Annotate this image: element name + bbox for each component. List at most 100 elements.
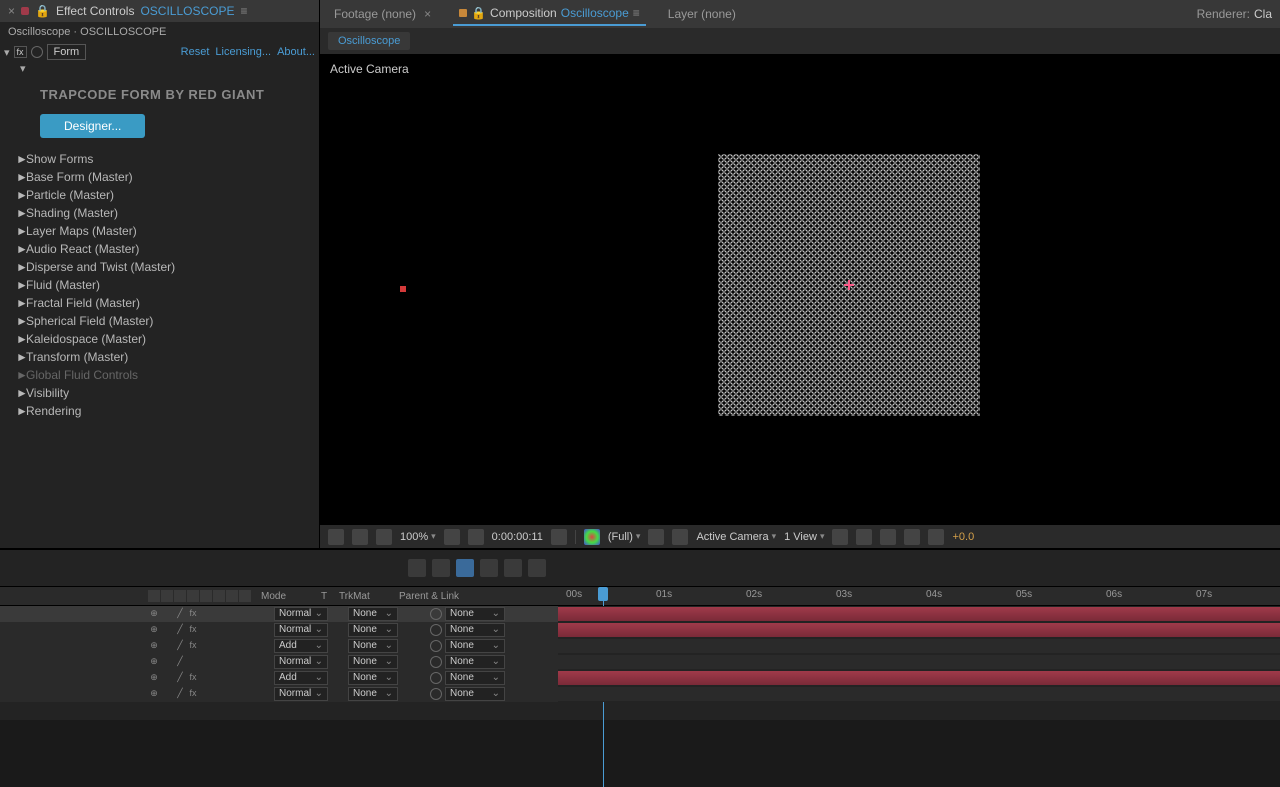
parent-dropdown[interactable]: None (445, 687, 505, 701)
property-row[interactable]: ►Show Forms (16, 150, 303, 168)
graph-editor-icon[interactable] (504, 559, 522, 577)
parent-pick-icon[interactable]: ⊕ (148, 672, 160, 684)
fx-switch[interactable] (187, 656, 199, 668)
close-icon[interactable]: × (8, 4, 15, 18)
pixel-aspect-icon[interactable] (856, 529, 872, 545)
effect-eye-icon[interactable] (31, 46, 43, 58)
twirl-icon[interactable]: ▾ (4, 46, 10, 59)
property-row[interactable]: ►Fluid (Master) (16, 276, 303, 294)
parent-dropdown[interactable]: None (445, 671, 505, 685)
panel-menu-icon[interactable]: ≡ (240, 4, 247, 18)
mode-dropdown[interactable]: Normal (274, 655, 328, 669)
3d-ground-icon[interactable] (904, 529, 920, 545)
grid-guides-icon[interactable] (468, 529, 484, 545)
tab-composition[interactable]: 🔒 Composition Oscilloscope ≡ (453, 2, 646, 26)
layer-row[interactable]: ⊕╱fxNormalNoneNone (0, 686, 1280, 702)
mode-dropdown[interactable]: Normal (274, 687, 328, 701)
property-row[interactable]: ►Particle (Master) (16, 186, 303, 204)
property-row[interactable]: ►Visibility (16, 384, 303, 402)
about-link[interactable]: About... (277, 46, 315, 58)
shy-icon[interactable] (432, 559, 450, 577)
zoom-dropdown[interactable]: 100% (400, 531, 436, 543)
property-row[interactable]: ►Transform (Master) (16, 348, 303, 366)
trkmat-dropdown[interactable]: None (348, 655, 398, 669)
mode-dropdown[interactable]: Add (274, 671, 328, 685)
fast-draft-icon[interactable] (880, 529, 896, 545)
trkmat-dropdown[interactable]: None (348, 687, 398, 701)
time-ruler[interactable]: 00s01s02s03s04s05s06s07s (558, 587, 1280, 605)
pickwhip-icon[interactable] (430, 688, 442, 700)
roi-icon[interactable] (444, 529, 460, 545)
timecode-display[interactable]: 0:00:00:11 (492, 531, 543, 543)
layer-duration-bar[interactable] (558, 607, 1280, 621)
draft-3d-icon[interactable] (528, 559, 546, 577)
property-row[interactable]: ►Audio React (Master) (16, 240, 303, 258)
solo-icon[interactable]: ╱ (174, 640, 186, 652)
lock-icon[interactable]: 🔒 (471, 6, 486, 20)
property-row[interactable]: ►Spherical Field (Master) (16, 312, 303, 330)
renderer-value[interactable]: Cla (1254, 7, 1272, 21)
views-dropdown[interactable]: 1 View (784, 531, 824, 543)
transparency-grid-icon[interactable] (352, 529, 368, 545)
lock-icon[interactable]: 🔒 (35, 4, 50, 18)
fast-previews-icon[interactable] (648, 529, 664, 545)
frame-blend-icon[interactable] (456, 559, 474, 577)
parent-dropdown[interactable]: None (445, 623, 505, 637)
designer-button[interactable]: Designer... (40, 114, 145, 138)
parent-dropdown[interactable]: None (445, 607, 505, 621)
licensing-link[interactable]: Licensing... (215, 46, 271, 58)
solo-icon[interactable]: ╱ (174, 656, 186, 668)
fx-switch[interactable]: fx (187, 640, 199, 652)
layer-duration-bar[interactable] (558, 623, 1280, 637)
parent-pick-icon[interactable]: ⊕ (148, 608, 160, 620)
parent-dropdown[interactable]: None (445, 639, 505, 653)
layer-row[interactable]: ⊕ ╱ Normal None None (0, 654, 1280, 670)
fx-switch[interactable]: fx (187, 608, 199, 620)
mode-dropdown[interactable]: Normal (274, 607, 328, 621)
property-row[interactable]: ►Layer Maps (Master) (16, 222, 303, 240)
layer-duration-bar[interactable] (558, 671, 1280, 685)
fx-switch[interactable]: fx (187, 672, 199, 684)
pickwhip-icon[interactable] (430, 640, 442, 652)
pickwhip-icon[interactable] (430, 624, 442, 636)
col-parent[interactable]: Parent & Link (393, 591, 465, 602)
parent-pick-icon[interactable]: ⊕ (148, 688, 160, 700)
col-mode[interactable]: Mode (255, 591, 315, 602)
trkmat-dropdown[interactable]: None (348, 671, 398, 685)
channel-icon[interactable] (584, 529, 600, 545)
solo-icon[interactable]: ╱ (174, 688, 186, 700)
parent-dropdown[interactable]: None (445, 655, 505, 669)
search-icon[interactable] (408, 559, 426, 577)
exposure-value[interactable]: +0.0 (952, 531, 974, 543)
timeline-icon[interactable] (672, 529, 688, 545)
reset-link[interactable]: Reset (181, 46, 210, 58)
effect-name[interactable]: Form (47, 44, 87, 60)
layer-duration-bar[interactable] (558, 687, 1280, 701)
parent-pick-icon[interactable]: ⊕ (148, 656, 160, 668)
snapshot-icon[interactable] (551, 529, 567, 545)
fx-badge[interactable]: fx (14, 46, 27, 58)
property-row[interactable]: ►Global Fluid Controls (16, 366, 303, 384)
pickwhip-icon[interactable] (430, 672, 442, 684)
motion-blur-icon[interactable] (480, 559, 498, 577)
mask-icon[interactable] (376, 529, 392, 545)
close-icon[interactable]: × (424, 7, 431, 21)
layer-duration-bar[interactable] (558, 639, 1280, 653)
always-preview-icon[interactable] (328, 529, 344, 545)
property-row[interactable]: ►Kaleidospace (Master) (16, 330, 303, 348)
property-row[interactable]: ►Fractal Field (Master) (16, 294, 303, 312)
camera-dropdown[interactable]: Active Camera (696, 531, 776, 543)
mode-dropdown[interactable]: Normal (274, 623, 328, 637)
pickwhip-icon[interactable] (430, 608, 442, 620)
solo-icon[interactable]: ╱ (174, 608, 186, 620)
trkmat-dropdown[interactable]: None (348, 623, 398, 637)
pickwhip-icon[interactable] (430, 656, 442, 668)
color-mgmt-icon[interactable] (928, 529, 944, 545)
col-trkmat[interactable]: TrkMat (333, 591, 393, 602)
resolution-dropdown[interactable]: (Full) (608, 531, 641, 543)
layer-duration-bar[interactable] (558, 655, 1280, 669)
property-row[interactable]: ►Rendering (16, 402, 303, 420)
property-row[interactable]: ►Base Form (Master) (16, 168, 303, 186)
solo-icon[interactable]: ╱ (174, 624, 186, 636)
trkmat-dropdown[interactable]: None (348, 607, 398, 621)
